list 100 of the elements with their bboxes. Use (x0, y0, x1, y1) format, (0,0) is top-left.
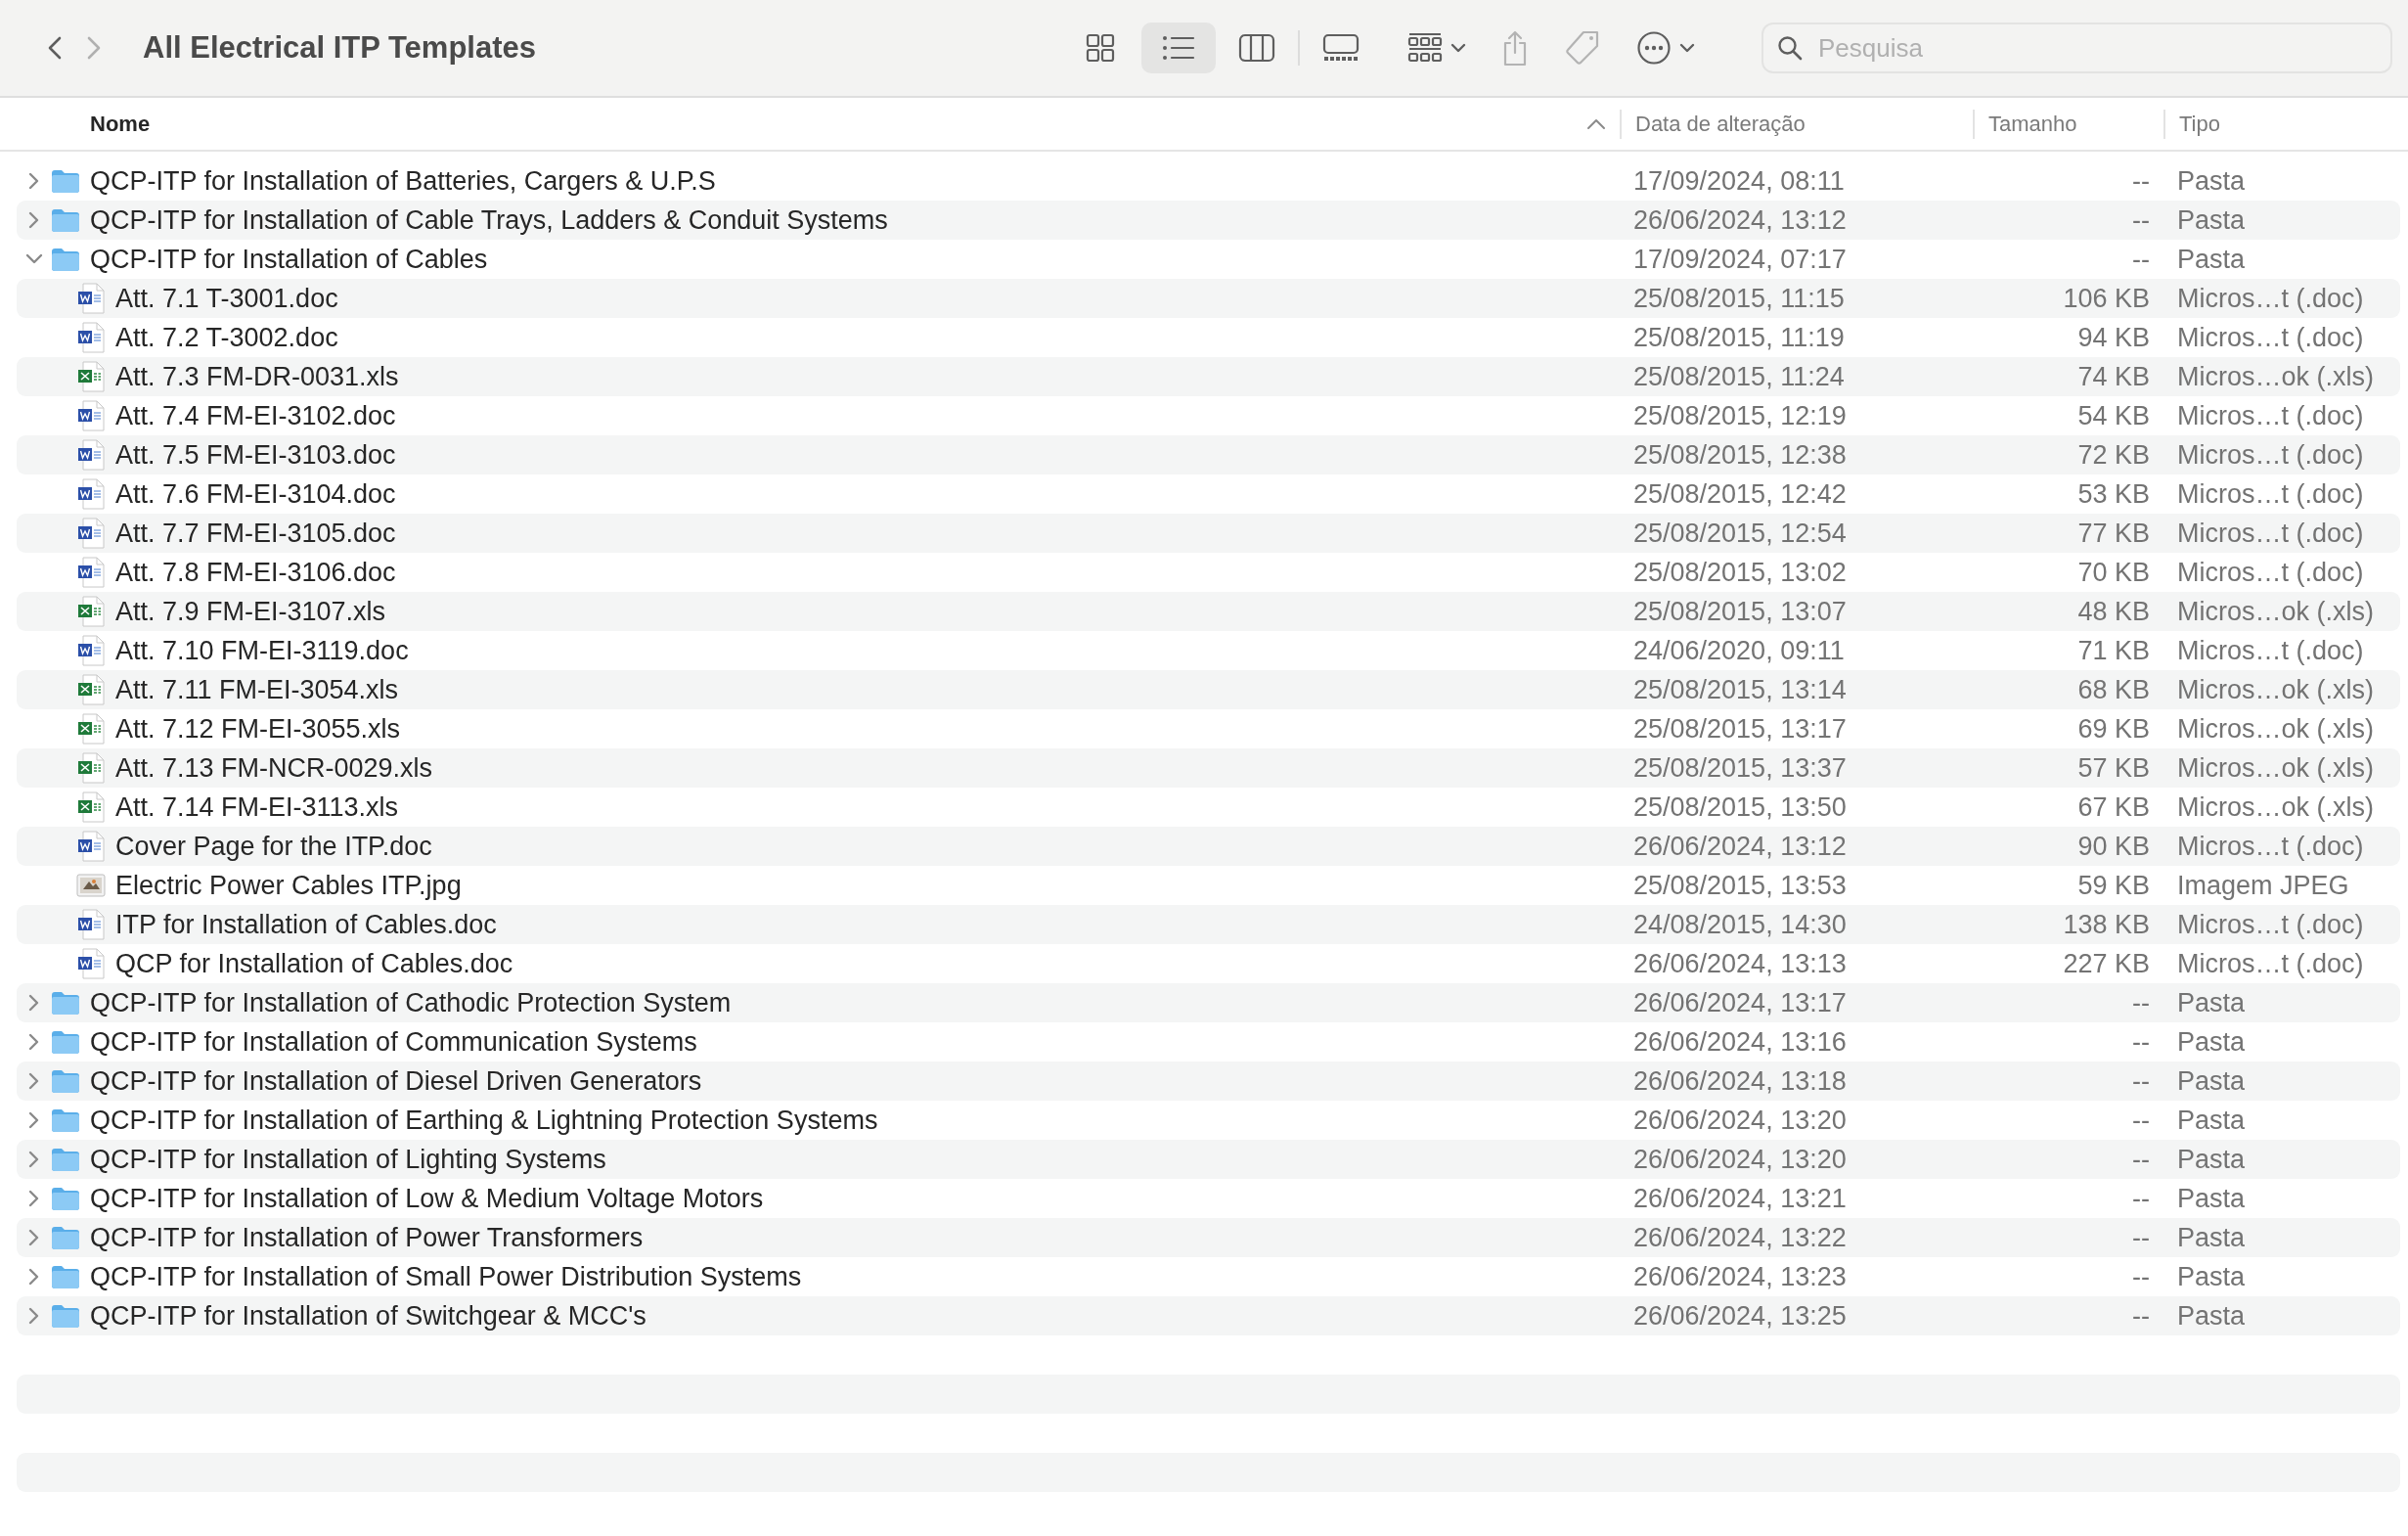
folder-name[interactable]: QCP-ITP for Installation of Low & Medium Voltage Motors (90, 1183, 764, 1214)
file-size: -- (2132, 1065, 2150, 1096)
grid-view-icon (1086, 33, 1115, 63)
file-type: Micros…t (.doc) (2177, 439, 2364, 470)
folder-name[interactable]: QCP-ITP for Installation of Communication Systems (90, 1026, 697, 1058)
chevron-right-icon[interactable] (28, 1151, 40, 1168)
modified-date: 25/08/2015, 11:15 (1633, 283, 1845, 313)
folder-name[interactable]: QCP-ITP for Installation of Batteries, Cargers & U.P.S (90, 165, 716, 197)
file-name[interactable]: Att. 7.4 FM-EI-3102.doc (115, 400, 396, 431)
chevron-right-icon[interactable] (28, 1229, 40, 1246)
file-size: 72 KB (2077, 439, 2150, 470)
file-name[interactable]: Att. 7.5 FM-EI-3103.doc (115, 439, 396, 471)
modified-date: 25/08/2015, 13:17 (1633, 713, 1847, 744)
file-name[interactable]: Att. 7.8 FM-EI-3106.doc (115, 557, 396, 588)
chevron-right-icon[interactable] (28, 1268, 40, 1286)
file-name[interactable]: QCP for Installation of Cables.doc (115, 948, 513, 979)
chevron-right-icon[interactable] (28, 1033, 40, 1051)
file-size: 59 KB (2077, 870, 2150, 900)
column-header[interactable]: Data de alteração (1635, 111, 1806, 137)
file-size: 57 KB (2077, 752, 2150, 783)
file-type: Pasta (2177, 1105, 2246, 1135)
file-name[interactable]: Att. 7.1 T-3001.doc (115, 283, 338, 314)
chevron-right-icon[interactable] (28, 1072, 40, 1090)
file-name[interactable]: Att. 7.11 FM-EI-3054.xls (115, 674, 399, 705)
file-size: 67 KB (2077, 791, 2150, 822)
chevron-right-icon[interactable] (28, 1111, 40, 1129)
folder-name[interactable]: QCP-ITP for Installation of Diesel Driven Generators (90, 1065, 702, 1097)
folder-icon (51, 1068, 80, 1094)
chevron-right-icon[interactable] (28, 172, 40, 190)
file-type: Pasta (2177, 1065, 2246, 1096)
file-type: Pasta (2177, 204, 2246, 235)
file-name[interactable]: Att. 7.12 FM-EI-3055.xls (115, 713, 401, 745)
chevron-right-icon[interactable] (28, 211, 40, 229)
document-icon (77, 635, 105, 666)
file-size: -- (2132, 1261, 2150, 1291)
document-icon (77, 557, 105, 588)
file-size: -- (2132, 987, 2150, 1017)
file-name[interactable]: Att. 7.6 FM-EI-3104.doc (115, 478, 396, 510)
chevron-right-icon[interactable] (28, 1307, 40, 1325)
modified-date: 26/06/2024, 13:23 (1633, 1261, 1847, 1291)
file-type: Pasta (2177, 1144, 2246, 1174)
file-size: -- (2132, 1300, 2150, 1331)
column-header[interactable]: Nome (90, 111, 151, 137)
file-size: -- (2132, 165, 2150, 196)
folder-name[interactable]: QCP-ITP for Installation of Small Power Distribution Systems (90, 1261, 802, 1292)
folder-icon (51, 990, 80, 1016)
file-type: Micros…ok (.xls) (2177, 791, 2374, 822)
file-type: Pasta (2177, 1183, 2246, 1213)
folder-name[interactable]: QCP-ITP for Installation of Cathodic Protection System (90, 987, 732, 1018)
file-size: 106 KB (2063, 283, 2150, 313)
folder-name[interactable]: QCP-ITP for Installation of Cable Trays, Ladders & Conduit Systems (90, 204, 888, 236)
modified-date: 26/06/2024, 13:18 (1633, 1065, 1847, 1096)
column-header[interactable]: Tipo (2179, 111, 2220, 137)
folder-name[interactable]: QCP-ITP for Installation of Switchgear & MCC's (90, 1300, 647, 1332)
file-name[interactable]: Att. 7.9 FM-EI-3107.xls (115, 596, 386, 627)
file-type: Micros…t (.doc) (2177, 635, 2364, 665)
spreadsheet-icon (77, 361, 105, 392)
file-type: Micros…ok (.xls) (2177, 361, 2374, 391)
document-icon (77, 439, 105, 471)
modified-date: 25/08/2015, 13:50 (1633, 791, 1847, 822)
modified-date: 26/06/2024, 13:12 (1633, 831, 1847, 861)
file-type: Micros…t (.doc) (2177, 400, 2364, 430)
file-size: 90 KB (2077, 831, 2150, 861)
folder-name[interactable]: QCP-ITP for Installation of Lighting Systems (90, 1144, 606, 1175)
folder-name[interactable]: QCP-ITP for Installation of Cables (90, 244, 488, 275)
list-view-button[interactable] (1141, 23, 1216, 73)
file-size: -- (2132, 1026, 2150, 1057)
file-name[interactable]: Att. 7.14 FM-EI-3113.xls (115, 791, 399, 823)
column-header[interactable]: Tamanho (1988, 111, 2077, 137)
file-size: 48 KB (2077, 596, 2150, 626)
file-type: Micros…t (.doc) (2177, 283, 2364, 313)
modified-date: 25/08/2015, 12:19 (1633, 400, 1847, 430)
file-size: 69 KB (2077, 713, 2150, 744)
file-name[interactable]: Att. 7.3 FM-DR-0031.xls (115, 361, 399, 392)
file-name[interactable]: Att. 7.10 FM-EI-3119.doc (115, 635, 409, 666)
file-name[interactable]: ITP for Installation of Cables.doc (115, 909, 497, 940)
chevron-down-icon[interactable] (25, 253, 43, 265)
chevron-right-icon[interactable] (28, 1190, 40, 1207)
file-name[interactable]: Att. 7.13 FM-NCR-0029.xls (115, 752, 433, 784)
file-size: 74 KB (2077, 361, 2150, 391)
document-icon (77, 909, 105, 940)
document-icon (77, 948, 105, 979)
modified-date: 25/08/2015, 11:24 (1633, 361, 1845, 391)
file-type: Micros…t (.doc) (2177, 909, 2364, 939)
file-name[interactable]: Electric Power Cables ITP.jpg (115, 870, 462, 901)
document-icon (77, 518, 105, 549)
file-name[interactable]: Cover Page for the ITP.doc (115, 831, 432, 862)
chevron-right-icon[interactable] (28, 994, 40, 1012)
document-icon (77, 322, 105, 353)
folder-name[interactable]: QCP-ITP for Installation of Earthing & Lightning Protection Systems (90, 1105, 878, 1136)
file-size: -- (2132, 244, 2150, 274)
file-type: Micros…t (.doc) (2177, 948, 2364, 978)
file-type: Micros…ok (.xls) (2177, 674, 2374, 704)
file-name[interactable]: Att. 7.2 T-3002.doc (115, 322, 338, 353)
search-field[interactable]: Pesquisa (1761, 23, 2392, 73)
folder-name[interactable]: QCP-ITP for Installation of Power Transformers (90, 1222, 644, 1253)
modified-date: 26/06/2024, 13:21 (1633, 1183, 1847, 1213)
file-name[interactable]: Att. 7.7 FM-EI-3105.doc (115, 518, 396, 549)
file-type: Pasta (2177, 987, 2246, 1017)
caret-down-icon (1450, 43, 1466, 53)
